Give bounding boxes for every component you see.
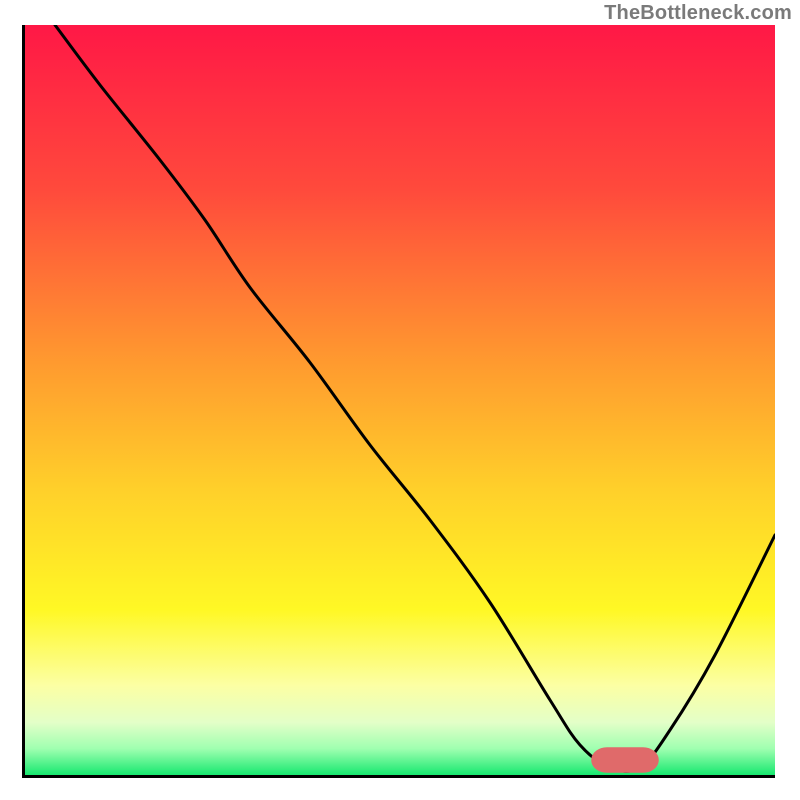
bottleneck-curve: [55, 25, 775, 771]
optimal-marker: [595, 751, 655, 769]
bottleneck-chart: TheBottleneck.com: [0, 0, 800, 800]
bottleneck-curve-layer: [25, 25, 775, 775]
x-axis: [25, 775, 775, 778]
plot-area: [25, 25, 775, 775]
watermark-text: TheBottleneck.com: [604, 2, 792, 25]
y-axis: [22, 25, 25, 778]
